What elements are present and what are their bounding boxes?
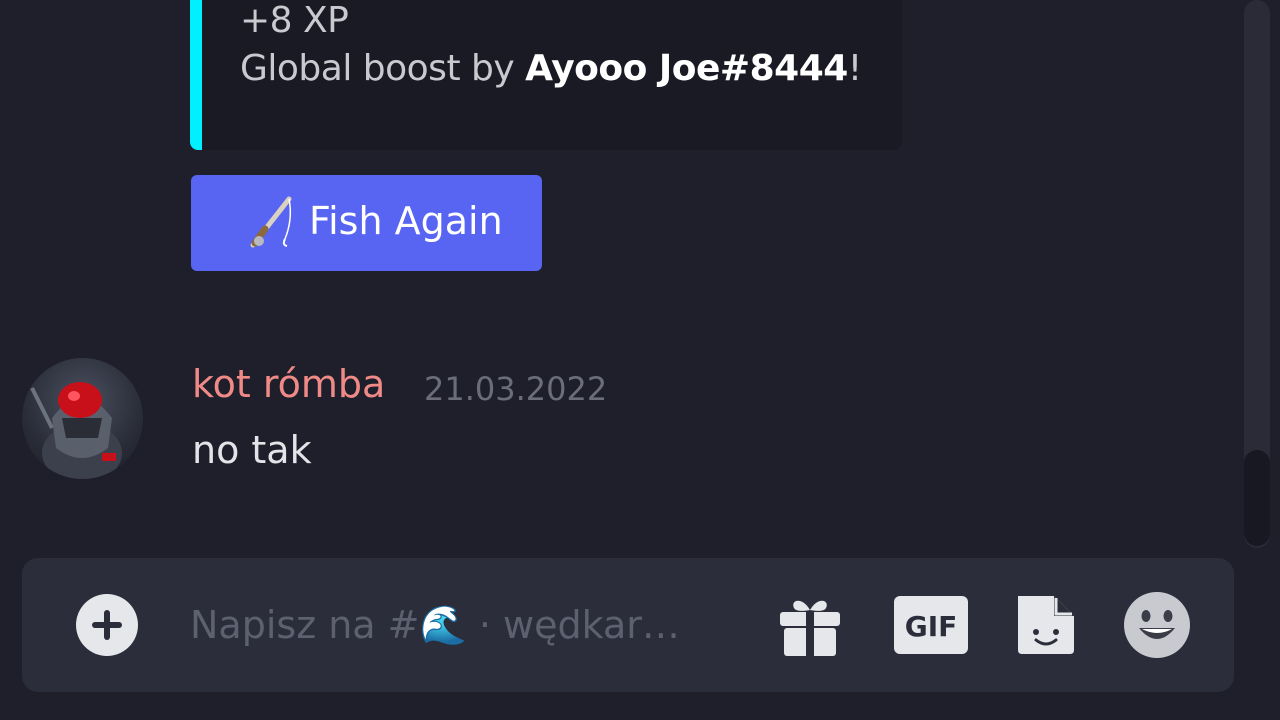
fish-again-button[interactable]: Fish Again: [191, 175, 542, 271]
embed-xp-text: +8 XP: [240, 0, 349, 41]
sticker-icon[interactable]: [1014, 592, 1078, 658]
message-timestamp: 21.03.2022: [424, 370, 608, 408]
scrollbar-thumb[interactable]: [1244, 450, 1270, 546]
message-text: no tak: [192, 428, 312, 472]
message-username[interactable]: kot rómba: [192, 362, 385, 406]
boost-prefix: Global boost by: [240, 48, 526, 89]
message-composer: Napisz na #🌊 · wędkar… GIF: [22, 558, 1234, 692]
boost-user: Ayooo Joe#8444: [525, 48, 848, 89]
message-input[interactable]: Napisz na #🌊 · wędkar…: [190, 594, 750, 656]
avatar[interactable]: [22, 358, 143, 479]
embed-accent-bar: [190, 0, 202, 150]
gif-icon-label: GIF: [905, 610, 958, 643]
emoji-icon[interactable]: [1122, 592, 1192, 658]
fishing-rod-icon: [250, 196, 292, 248]
plus-circle-icon[interactable]: [76, 594, 138, 656]
fish-again-label: Fish Again: [309, 199, 503, 243]
bot-embed: +8 XP Global boost by Ayooo Joe#8444!: [190, 0, 902, 150]
gif-icon[interactable]: GIF: [894, 592, 968, 658]
chat-area: +8 XP Global boost by Ayooo Joe#8444! Fi…: [0, 0, 1280, 720]
embed-boost-line: Global boost by Ayooo Joe#8444!: [240, 48, 862, 89]
boost-suffix: !: [847, 48, 862, 89]
avatar-image: [30, 382, 122, 479]
gift-icon[interactable]: [778, 592, 842, 658]
